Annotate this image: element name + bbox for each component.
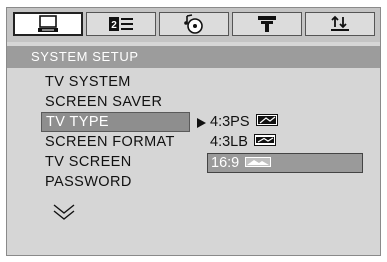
setup-screen: 2 SYSTEM SETUP TV SYSTEM SCREEN SAVER TV… (6, 7, 381, 256)
widescreen-icon (245, 153, 272, 173)
section-title: SYSTEM SETUP (31, 49, 139, 64)
svg-text:2: 2 (111, 20, 117, 31)
option-4-3-ps[interactable]: 4:3PS (210, 112, 278, 132)
menu-item-password[interactable]: PASSWORD (45, 172, 132, 192)
tab-video[interactable] (232, 12, 302, 36)
pan-scan-icon (255, 112, 278, 132)
option-label: 4:3PS (210, 114, 250, 130)
option-4-3-lb[interactable]: 4:3LB (210, 132, 276, 152)
tab-system[interactable] (13, 12, 83, 36)
tab-preferences[interactable] (305, 12, 375, 36)
preferences-icon (329, 15, 351, 33)
section-header: SYSTEM SETUP (7, 46, 380, 68)
menu-item-tv-system[interactable]: TV SYSTEM (45, 72, 131, 92)
monitor-icon (37, 15, 59, 33)
tab-audio[interactable] (159, 12, 229, 36)
submenu-arrow-icon (197, 118, 206, 128)
language-icon: 2 (108, 15, 134, 33)
audio-disc-icon (183, 14, 205, 34)
option-label: 4:3LB (210, 134, 248, 150)
menu-item-screen-format[interactable]: SCREEN FORMAT (45, 132, 175, 152)
option-label: 16:9 (211, 155, 240, 171)
video-icon (256, 14, 278, 34)
menu-item-screen-saver[interactable]: SCREEN SAVER (45, 92, 162, 112)
menu-item-tv-screen[interactable]: TV SCREEN (45, 152, 132, 172)
tab-bar: 2 (7, 8, 380, 42)
option-16-9[interactable]: 16:9 (207, 153, 363, 173)
scroll-down-chevron-icon[interactable] (52, 203, 76, 226)
tab-language[interactable]: 2 (86, 12, 156, 36)
letterbox-icon (253, 132, 276, 152)
menu-item-tv-type[interactable]: TV TYPE (41, 112, 190, 132)
